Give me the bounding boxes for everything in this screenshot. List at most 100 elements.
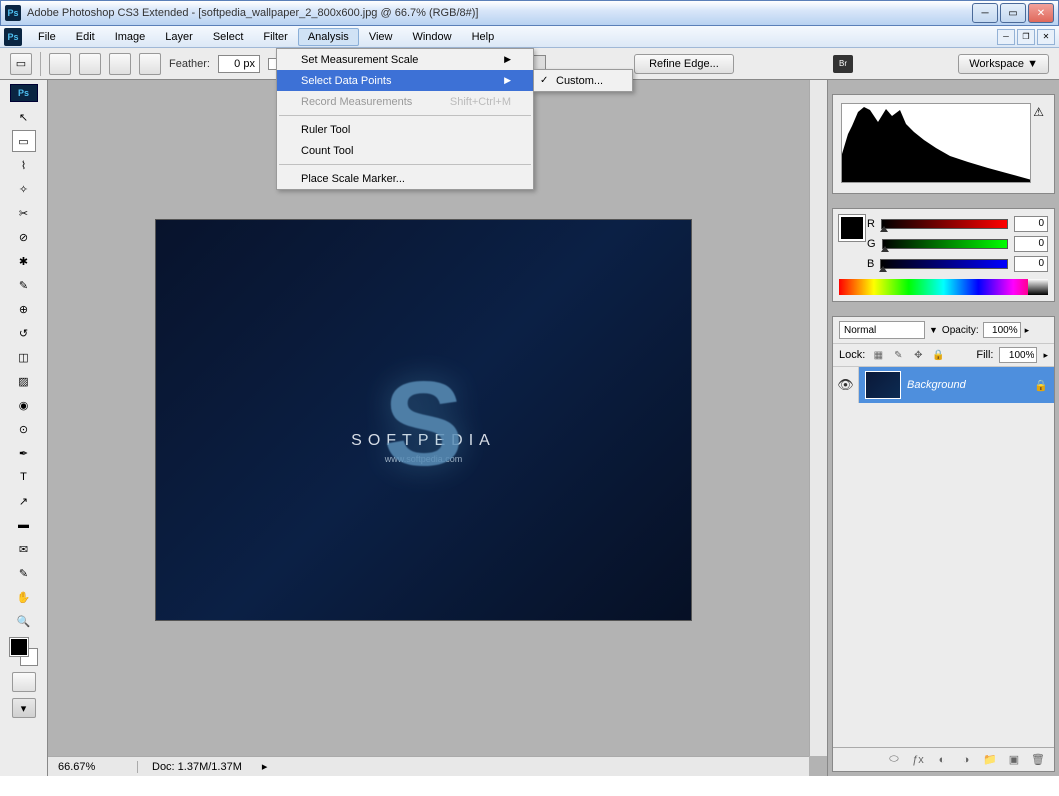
quickmask-button[interactable] xyxy=(12,672,36,692)
menu-count-tool[interactable]: Count Tool xyxy=(277,140,533,161)
ps-icon[interactable]: Ps xyxy=(4,28,22,46)
crop-tool[interactable]: ✂ xyxy=(12,202,36,224)
menu-layer[interactable]: Layer xyxy=(155,28,203,46)
menu-view[interactable]: View xyxy=(359,28,403,46)
move-tool[interactable]: ↖ xyxy=(12,106,36,128)
trash-icon[interactable]: 🗑 xyxy=(1030,752,1046,768)
menu-file[interactable]: File xyxy=(28,28,66,46)
blend-mode-select[interactable] xyxy=(839,321,925,339)
bridge-icon[interactable]: Br xyxy=(833,55,853,73)
lock-all-icon[interactable]: 🔒 xyxy=(931,348,945,362)
warning-icon[interactable]: ⚠ xyxy=(1033,105,1044,119)
opacity-input[interactable] xyxy=(983,322,1021,338)
tool-preset-picker[interactable]: ▭ xyxy=(10,53,32,75)
menu-image[interactable]: Image xyxy=(105,28,156,46)
layer-row-background[interactable]: 👁 Background 🔒 xyxy=(833,367,1054,403)
path-tool[interactable]: ↗ xyxy=(12,490,36,512)
b-input[interactable] xyxy=(1014,256,1048,272)
g-slider[interactable] xyxy=(882,239,1008,249)
refine-edge-button[interactable]: Refine Edge... xyxy=(634,54,734,74)
zoom-tool[interactable]: 🔍 xyxy=(12,610,36,632)
foreground-swatch[interactable] xyxy=(10,638,28,656)
history-brush-tool[interactable]: ↺ xyxy=(12,322,36,344)
menu-window[interactable]: Window xyxy=(402,28,461,46)
mdi-restore[interactable]: ❐ xyxy=(1017,29,1035,45)
mdi-minimize[interactable]: ─ xyxy=(997,29,1015,45)
lock-label: Lock: xyxy=(839,349,865,361)
healing-tool[interactable]: ✱ xyxy=(12,250,36,272)
eyedropper-tool[interactable]: ✎ xyxy=(12,562,36,584)
fill-input[interactable] xyxy=(999,347,1037,363)
visibility-icon[interactable]: 👁 xyxy=(833,367,859,403)
b-label: B xyxy=(867,258,874,270)
slice-tool[interactable]: ⊘ xyxy=(12,226,36,248)
submenu-custom[interactable]: ✓ Custom... xyxy=(534,70,632,91)
new-layer-icon[interactable]: ▣ xyxy=(1006,752,1022,768)
lock-transparency-icon[interactable]: ▦ xyxy=(871,348,885,362)
folder-icon[interactable]: 📁 xyxy=(982,752,998,768)
subtract-selection-button[interactable] xyxy=(109,53,131,75)
lasso-tool[interactable]: ⌇ xyxy=(12,154,36,176)
menu-select-data-points[interactable]: Select Data Points▶ xyxy=(277,70,533,91)
intersect-selection-button[interactable] xyxy=(139,53,161,75)
gradient-tool[interactable]: ▨ xyxy=(12,370,36,392)
add-selection-button[interactable] xyxy=(79,53,101,75)
layer-name[interactable]: Background xyxy=(907,379,1034,391)
mask-icon[interactable]: ◐ xyxy=(934,752,950,768)
quick-select-tool[interactable]: ✧ xyxy=(12,178,36,200)
notes-tool[interactable]: ✉ xyxy=(12,538,36,560)
r-slider[interactable] xyxy=(881,219,1008,229)
minimize-button[interactable]: ─ xyxy=(972,3,998,23)
hand-tool[interactable]: ✋ xyxy=(12,586,36,608)
horizontal-scrollbar[interactable]: 66.67% Doc: 1.37M/1.37M ▸ xyxy=(48,756,809,776)
g-label: G xyxy=(867,238,876,250)
app-icon: Ps xyxy=(5,5,21,21)
histogram-chart xyxy=(841,103,1031,183)
link-layers-icon[interactable]: ⬭ xyxy=(886,752,902,768)
screenmode-button[interactable]: ▾ xyxy=(12,698,36,718)
zoom-status[interactable]: 66.67% xyxy=(48,761,138,773)
clone-tool[interactable]: ⊕ xyxy=(12,298,36,320)
vertical-scrollbar[interactable] xyxy=(809,80,827,756)
menu-edit[interactable]: Edit xyxy=(66,28,105,46)
b-slider[interactable] xyxy=(880,259,1008,269)
toolbox-tab[interactable]: Ps xyxy=(10,84,38,102)
color-panel: R G B xyxy=(832,208,1055,302)
fx-icon[interactable]: ƒx xyxy=(910,752,926,768)
eraser-tool[interactable]: ◫ xyxy=(12,346,36,368)
pen-tool[interactable]: ✒ xyxy=(12,442,36,464)
r-label: R xyxy=(867,218,875,230)
panels-dock: ⚠ R G xyxy=(827,80,1059,776)
menu-analysis[interactable]: Analysis xyxy=(298,28,359,46)
workspace-button[interactable]: Workspace ▼ xyxy=(958,54,1049,74)
document-image[interactable]: S SOFTPEDIA www.softpedia.com xyxy=(156,220,691,620)
close-button[interactable]: ✕ xyxy=(1028,3,1054,23)
menu-filter[interactable]: Filter xyxy=(253,28,297,46)
menu-bar: Ps File Edit Image Layer Select Filter A… xyxy=(0,26,1059,48)
menu-ruler-tool[interactable]: Ruler Tool xyxy=(277,119,533,140)
type-tool[interactable]: T xyxy=(12,466,36,488)
feather-input[interactable] xyxy=(218,55,260,73)
lock-paint-icon[interactable]: ✎ xyxy=(891,348,905,362)
marquee-tool[interactable]: ▭ xyxy=(12,130,36,152)
dodge-tool[interactable]: ⊙ xyxy=(12,418,36,440)
menu-record-measurements[interactable]: Record MeasurementsShift+Ctrl+M xyxy=(277,91,533,112)
brush-tool[interactable]: ✎ xyxy=(12,274,36,296)
lock-move-icon[interactable]: ✥ xyxy=(911,348,925,362)
g-input[interactable] xyxy=(1014,236,1048,252)
r-input[interactable] xyxy=(1014,216,1048,232)
menu-help[interactable]: Help xyxy=(462,28,505,46)
menu-set-measurement-scale[interactable]: Set Measurement Scale▶ xyxy=(277,49,533,70)
shape-tool[interactable]: ▬ xyxy=(12,514,36,536)
blur-tool[interactable]: ◉ xyxy=(12,394,36,416)
adjustment-icon[interactable]: ◑ xyxy=(958,752,974,768)
spectrum-ramp[interactable] xyxy=(839,279,1048,295)
menu-place-scale-marker[interactable]: Place Scale Marker... xyxy=(277,168,533,189)
mdi-close[interactable]: ✕ xyxy=(1037,29,1055,45)
color-foreground-swatch[interactable] xyxy=(839,215,865,241)
menu-select[interactable]: Select xyxy=(203,28,254,46)
new-selection-button[interactable] xyxy=(49,53,71,75)
color-swatches[interactable] xyxy=(10,638,38,666)
maximize-button[interactable]: ▭ xyxy=(1000,3,1026,23)
layer-thumbnail[interactable] xyxy=(865,371,901,399)
